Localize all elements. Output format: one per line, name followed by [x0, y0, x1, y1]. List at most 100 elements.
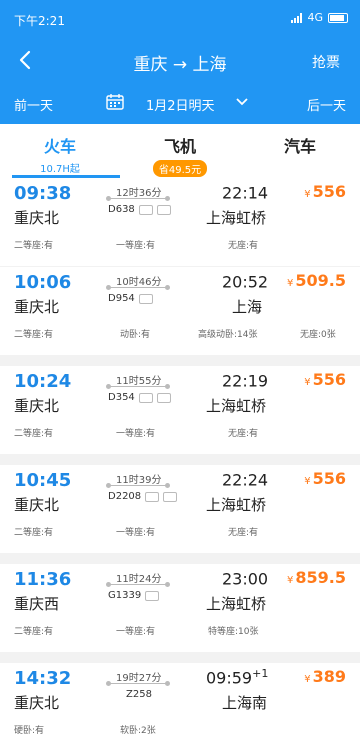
arrival-station: 上海南	[222, 694, 268, 712]
train-list[interactable]: 09:38 重庆北 12时36分 D638 22:14 上海虹桥 ¥556 二等…	[0, 178, 360, 749]
seat-info: 硬卧:有	[14, 726, 45, 736]
signal-icon	[291, 12, 303, 23]
price: ¥389	[304, 667, 346, 686]
price: ¥556	[304, 370, 346, 389]
journey-line	[106, 384, 170, 389]
arrival-station: 上海	[232, 298, 263, 316]
train-number-row: D638	[108, 204, 171, 215]
status-icons: 4G	[291, 11, 348, 24]
tab-train-label: 火车	[43, 137, 76, 156]
next-day-mark: +1	[252, 667, 269, 680]
train-card[interactable]: 10:45 重庆北 11时39分 D2208 22:24 上海虹桥 ¥556 二…	[0, 465, 360, 553]
seat-info: 二等座:有	[14, 330, 54, 340]
seat-info: 无座:有	[228, 241, 259, 251]
price-value: 389	[312, 667, 346, 686]
tab-flight[interactable]: 飞机 省49.5元	[120, 124, 240, 178]
nav-bar: 重庆 → 上海 抢票	[0, 38, 360, 82]
next-day-button[interactable]: 后一天	[307, 95, 346, 114]
journey-line	[106, 196, 170, 201]
prev-day-button[interactable]: 前一天	[14, 95, 53, 114]
currency-symbol: ¥	[304, 476, 311, 487]
duration: 19时27分	[116, 673, 162, 684]
tab-flight-label: 飞机	[163, 137, 196, 156]
tab-train[interactable]: 火车 10.7H起	[0, 124, 120, 178]
currency-symbol: ¥	[287, 575, 294, 586]
seat-info: 一等座:有	[116, 241, 156, 251]
departure-time: 11:36	[14, 569, 72, 590]
price: ¥859.5	[287, 568, 346, 587]
seat-info: 无座:有	[228, 429, 259, 439]
price: ¥556	[304, 469, 346, 488]
arrival-station: 上海虹桥	[206, 496, 267, 514]
seat-info: 动卧:有	[120, 330, 151, 340]
arrival-station: 上海虹桥	[206, 595, 267, 613]
currency-symbol: ¥	[304, 377, 311, 388]
train-type-icon	[145, 590, 160, 601]
departure-station: 重庆北	[14, 209, 60, 227]
calendar-icon[interactable]	[106, 94, 124, 110]
seat-info: 二等座:有	[14, 241, 54, 251]
seat-info: 一等座:有	[116, 528, 156, 538]
train-number: D638	[108, 204, 135, 215]
arrival-time: 22:14	[222, 182, 268, 202]
train-number-row: D354	[108, 392, 171, 403]
seat-info: 特等座:10张	[208, 627, 259, 637]
price-value: 556	[312, 469, 346, 488]
train-card[interactable]: 09:38 重庆北 12时36分 D638 22:14 上海虹桥 ¥556 二等…	[0, 178, 360, 266]
seat-info: 无座:0张	[300, 330, 336, 340]
seat-info: 高级动卧:14张	[198, 330, 258, 340]
departure-station: 重庆北	[14, 496, 60, 514]
departure-station: 重庆北	[14, 298, 60, 316]
battery-icon	[328, 12, 348, 23]
seat-info: 二等座:有	[14, 627, 54, 637]
tab-bus[interactable]: 汽车	[240, 124, 360, 178]
price-value: 509.5	[295, 271, 346, 290]
price-value: 556	[312, 370, 346, 389]
price: ¥556	[304, 182, 346, 201]
arrival-time: 23:00	[222, 568, 268, 588]
duration: 11时24分	[116, 574, 162, 585]
network-type: 4G	[307, 11, 323, 24]
train-number-row: G1339	[108, 590, 160, 601]
train-type-icon	[138, 293, 153, 304]
arrival-time: 22:24	[222, 469, 268, 489]
duration: 11时55分	[116, 376, 162, 387]
train-card[interactable]: 10:06 重庆北 10时46分 D954 20:52 上海 ¥509.5 二等…	[0, 267, 360, 355]
duration: 11时39分	[116, 475, 162, 486]
tab-train-sub: 10.7H起	[40, 164, 80, 175]
seat-info: 二等座:有	[14, 429, 54, 439]
duration: 12时36分	[116, 188, 162, 199]
train-number-row: D954	[108, 293, 153, 304]
transport-tabs: 火车 10.7H起 飞机 省49.5元 汽车	[0, 124, 360, 178]
status-time: 下午2:21	[14, 14, 65, 28]
journey-line	[106, 483, 170, 488]
selected-date[interactable]: 1月2日明天	[146, 95, 215, 114]
tab-flight-badge: 省49.5元	[152, 160, 208, 177]
train-number: D2208	[108, 491, 142, 502]
journey-line	[106, 582, 170, 587]
arrival-time: 20:52	[222, 271, 268, 291]
arrival-time-value: 22:19	[222, 371, 269, 391]
price-value: 556	[312, 182, 346, 201]
arrival-time-value: 22:14	[222, 183, 269, 203]
arrival-station: 上海虹桥	[206, 397, 267, 415]
price: ¥509.5	[287, 271, 346, 290]
grab-ticket-button[interactable]: 抢票	[312, 52, 340, 72]
arrival-time-value: 20:52	[222, 272, 269, 292]
seat-info: 软卧:2张	[120, 726, 156, 736]
chevron-down-icon[interactable]	[236, 96, 248, 108]
seat-info: 一等座:有	[116, 429, 156, 439]
arrival-time: 09:59+1	[206, 667, 268, 687]
train-card[interactable]: 14:32 重庆北 19时27分 Z258 09:59+1 上海南 ¥389 硬…	[0, 663, 360, 749]
status-bar: 下午2:21 4G	[0, 0, 360, 38]
price-value: 859.5	[295, 568, 346, 587]
seat-info: 一等座:有	[116, 627, 156, 637]
train-card[interactable]: 11:36 重庆西 11时24分 G1339 23:00 上海虹桥 ¥859.5…	[0, 564, 360, 652]
currency-symbol: ¥	[287, 278, 294, 289]
journey-line	[106, 285, 170, 290]
arrival-time: 22:19	[222, 370, 268, 390]
train-card[interactable]: 10:24 重庆北 11时55分 D354 22:19 上海虹桥 ¥556 二等…	[0, 366, 360, 454]
departure-time: 10:06	[14, 272, 72, 293]
train-type-icon	[138, 204, 153, 215]
arrival-time-value: 09:59	[206, 668, 253, 688]
